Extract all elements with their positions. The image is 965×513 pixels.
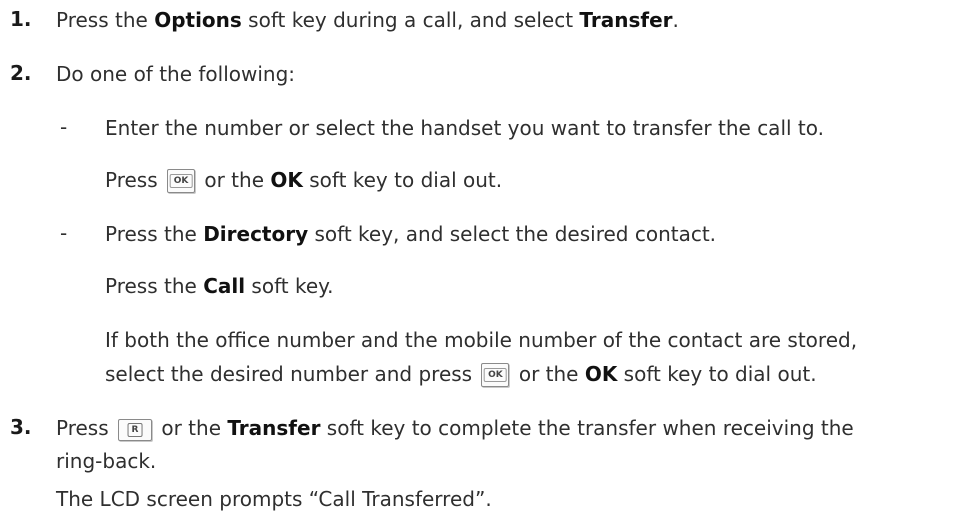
step-number: 2. [10,61,32,85]
step-1-text: Press the Options soft key during a call… [56,7,679,33]
bold-term: OK [584,362,618,386]
text: soft key, and select the desired contact… [308,222,717,246]
text: Press the [56,8,155,32]
text: soft key to complete the transfer when r… [320,416,854,440]
r-key-label: R [127,423,143,437]
text: soft key during a call, and select [241,8,580,32]
substep-2-line-1: Press the Directory soft key, and select… [105,221,716,247]
text: or the [155,416,228,440]
substep-1-line-1: Enter the number or select the handset y… [105,116,824,140]
step-number: 3. [10,415,32,439]
bold-term: Call [203,274,246,298]
ok-key-label: OK [169,174,193,188]
text: Press the [105,222,204,246]
substep-2-line-4: select the desired number and press OK o… [105,361,817,387]
text: Press [56,416,115,440]
bold-term: OK [270,168,303,192]
step-3-line-2: ring-back. [56,449,157,473]
step-2-text: Do one of the following: [56,62,296,86]
text: or the [512,362,585,386]
text: Press the [105,274,204,298]
list-dash: - [60,221,68,245]
text: Press [105,168,164,192]
bold-term: Directory [203,222,309,246]
substep-2-line-3: If both the office number and the mobile… [105,328,858,352]
ok-key-label: OK [484,368,507,382]
bold-term: Transfer [579,8,673,32]
text: soft key to dial out. [302,168,503,192]
ok-key-icon: OK [167,169,195,193]
r-key-icon: R [118,419,152,441]
ok-key-icon: OK [481,363,510,387]
text: soft key. [245,274,334,298]
list-dash: - [60,115,68,139]
step-3-line-1: Press R or the Transfer soft key to comp… [56,415,854,441]
step-3-note: The LCD screen prompts “Call Transferred… [56,487,492,511]
bold-term: Transfer [227,416,321,440]
substep-1-line-2: Press OK or the OK soft key to dial out. [105,167,502,193]
text: . [672,8,679,32]
bold-term: Options [154,8,242,32]
text: soft key to dial out. [617,362,817,386]
text: select the desired number and press [105,362,479,386]
step-number: 1. [10,7,32,31]
substep-2-line-2: Press the Call soft key. [105,273,334,299]
text: or the [198,168,271,192]
